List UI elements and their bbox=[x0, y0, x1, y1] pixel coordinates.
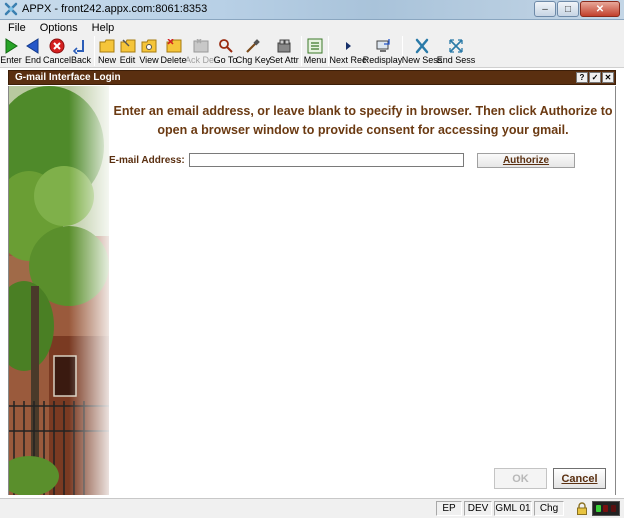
next-record-icon bbox=[339, 37, 357, 54]
appx-logo-icon bbox=[4, 2, 18, 16]
status-cell-chg: Chg bbox=[534, 501, 564, 516]
form-title: G-mail Interface Login bbox=[15, 72, 121, 83]
toolbar-new-sess-button[interactable]: New Sess bbox=[402, 35, 442, 67]
close-form-button[interactable]: ✕ bbox=[602, 72, 614, 83]
status-light-green bbox=[596, 505, 602, 512]
toolbar-label: Delete bbox=[160, 55, 187, 65]
toolbar-cancel-button[interactable]: Cancel bbox=[43, 35, 72, 67]
toolbar-label: Redisplay bbox=[362, 55, 403, 65]
toolbar-delete-button[interactable]: Delete bbox=[160, 35, 187, 67]
toolbar-separator bbox=[301, 36, 302, 66]
email-address-label: E-mail Address: bbox=[109, 155, 185, 166]
form-header-bar: G-mail Interface Login ? ✓ ✕ bbox=[8, 70, 616, 85]
toolbar-separator bbox=[94, 36, 95, 66]
menu-icon bbox=[306, 37, 324, 54]
toolbar-view-button[interactable]: View bbox=[138, 35, 160, 67]
menu-options[interactable]: Options bbox=[32, 22, 84, 34]
window-title: APPX - front242.appx.com:8061:8353 bbox=[22, 3, 208, 15]
minimize-button[interactable]: – bbox=[534, 1, 556, 17]
email-address-input[interactable] bbox=[189, 153, 464, 167]
toolbar-label: View bbox=[139, 55, 159, 65]
new-folder-icon bbox=[98, 37, 116, 54]
toolbar-label: Chg Key bbox=[235, 55, 271, 65]
redisplay-icon bbox=[374, 37, 392, 54]
window-controls: – □ ✕ bbox=[533, 1, 620, 17]
delete-folder-icon bbox=[165, 37, 183, 54]
form-header-buttons: ? ✓ ✕ bbox=[575, 72, 614, 83]
authorize-button[interactable]: Authorize bbox=[477, 153, 575, 168]
toolbar: Enter End Cancel Back New Edit View Dele… bbox=[0, 35, 624, 68]
maximize-button[interactable]: □ bbox=[557, 1, 579, 17]
login-instructions: Enter an email address, or leave blank t… bbox=[113, 104, 613, 137]
help-button[interactable]: ? bbox=[576, 72, 588, 83]
edit-folder-icon bbox=[119, 37, 137, 54]
toolbar-next-rec-button[interactable]: Next Rec bbox=[329, 35, 367, 67]
ack-delete-icon bbox=[192, 37, 210, 54]
connection-status-light bbox=[592, 501, 620, 516]
menu-file[interactable]: File bbox=[0, 22, 32, 34]
toolbar-label: Enter bbox=[0, 55, 22, 65]
toolbar-new-button[interactable]: New bbox=[97, 35, 117, 67]
close-window-button[interactable]: ✕ bbox=[580, 1, 620, 17]
cancel-icon bbox=[48, 37, 66, 54]
window-title-bar[interactable]: APPX - front242.appx.com:8061:8353 – □ ✕ bbox=[0, 0, 624, 20]
toolbar-go-to-button[interactable]: Go To bbox=[214, 35, 237, 67]
toolbar-label: Menu bbox=[303, 55, 327, 65]
status-cell-gml: GML 01 bbox=[494, 501, 532, 516]
back-icon bbox=[72, 37, 90, 54]
toolbar-label: Set Attr bbox=[269, 55, 299, 65]
status-cell-dev: DEV bbox=[464, 501, 492, 516]
lock-icon bbox=[577, 502, 587, 515]
toolbar-label: New bbox=[97, 55, 116, 65]
toolbar-chg-key-button[interactable]: Chg Key bbox=[235, 35, 271, 67]
ok-button[interactable]: OK bbox=[494, 468, 547, 489]
cancel-button[interactable]: Cancel bbox=[553, 468, 606, 489]
toolbar-back-button[interactable]: Back bbox=[70, 35, 92, 67]
status-cell-ep: EP bbox=[436, 501, 462, 516]
form-content: Enter an email address, or leave blank t… bbox=[8, 86, 616, 495]
toolbar-end-sess-button[interactable]: End Sess bbox=[436, 35, 476, 67]
set-attributes-icon bbox=[275, 37, 293, 54]
status-bar: EP DEV GML 01 Chg bbox=[0, 498, 624, 518]
end-session-icon bbox=[447, 37, 465, 54]
toolbar-label: Ack Del bbox=[185, 55, 217, 65]
end-icon bbox=[24, 37, 42, 54]
status-light-red bbox=[603, 505, 609, 512]
go-to-icon bbox=[217, 37, 235, 54]
toolbar-label: Go To bbox=[213, 55, 238, 65]
toolbar-set-attr-button[interactable]: Set Attr bbox=[269, 35, 299, 67]
toolbar-end-button[interactable]: End bbox=[22, 35, 44, 67]
enter-icon bbox=[2, 37, 20, 54]
new-session-icon bbox=[413, 37, 431, 54]
toolbar-edit-button[interactable]: Edit bbox=[117, 35, 138, 67]
change-key-icon bbox=[244, 37, 262, 54]
menu-bar: File Options Help bbox=[0, 20, 624, 35]
toolbar-label: Next Rec bbox=[329, 55, 367, 65]
confirm-button[interactable]: ✓ bbox=[589, 72, 601, 83]
toolbar-ack-del-button[interactable]: Ack Del bbox=[185, 35, 217, 67]
building-photo bbox=[9, 86, 109, 495]
status-light-dim bbox=[610, 505, 616, 512]
toolbar-label: Back bbox=[70, 55, 91, 65]
toolbar-redisplay-button[interactable]: Redisplay bbox=[362, 35, 403, 67]
toolbar-menu-button[interactable]: Menu bbox=[304, 35, 326, 67]
menu-help[interactable]: Help bbox=[84, 22, 121, 34]
view-folder-icon bbox=[140, 37, 158, 54]
toolbar-label: End bbox=[24, 55, 41, 65]
toolbar-label: End Sess bbox=[436, 55, 476, 65]
toolbar-enter-button[interactable]: Enter bbox=[0, 35, 22, 67]
toolbar-label: Edit bbox=[119, 55, 136, 65]
toolbar-label: Cancel bbox=[43, 55, 72, 65]
